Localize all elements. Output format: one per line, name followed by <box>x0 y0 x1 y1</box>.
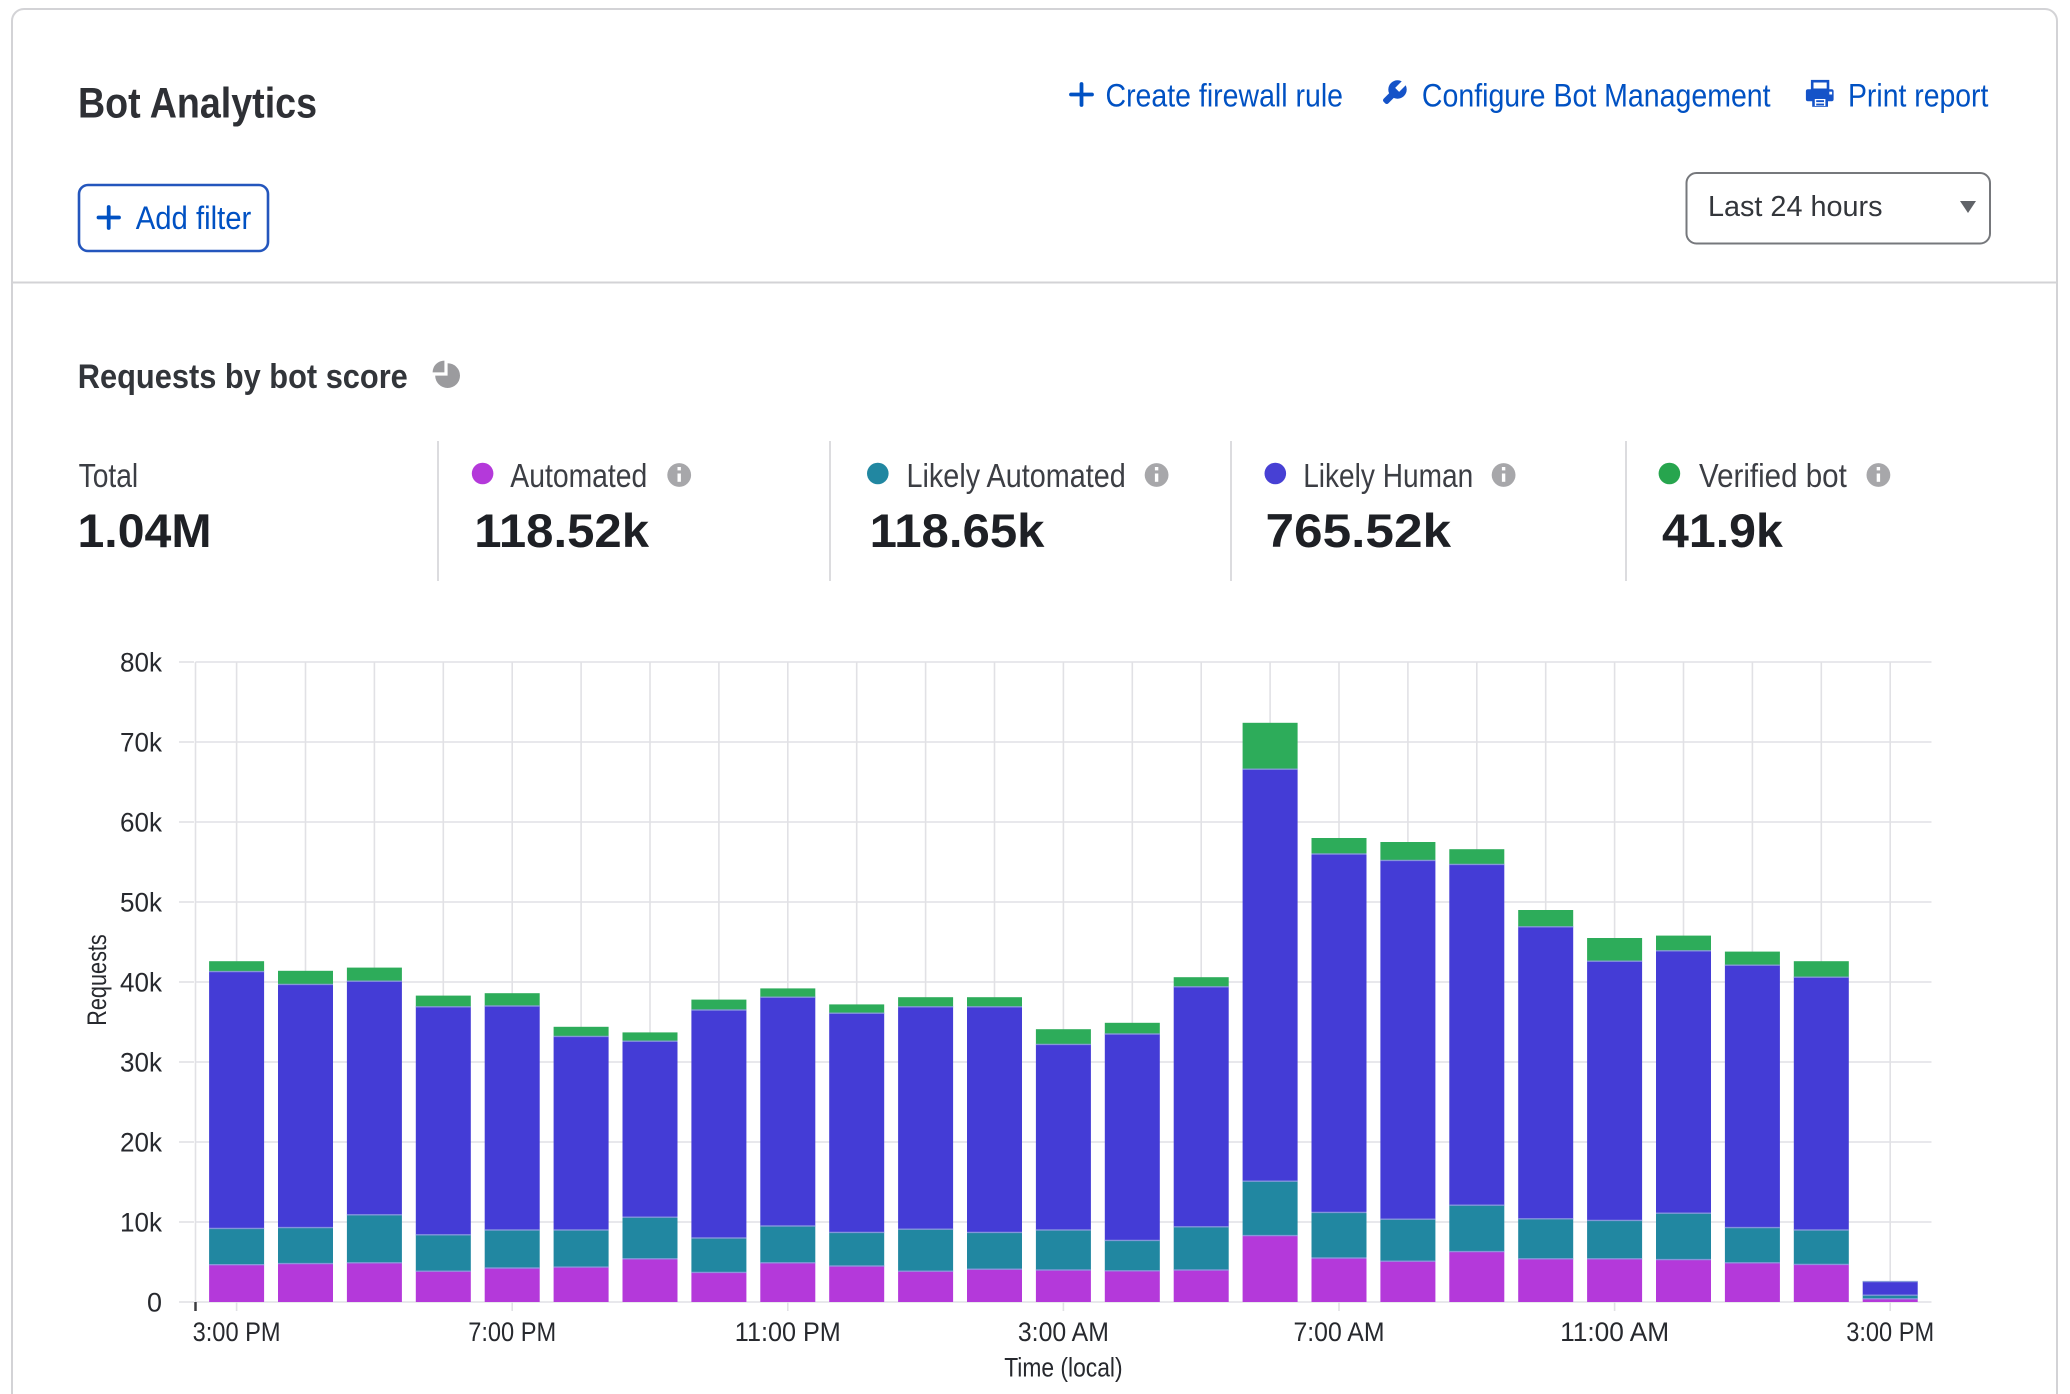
svg-text:10k: 10k <box>120 1208 162 1238</box>
svg-text:30k: 30k <box>120 1048 162 1078</box>
svg-text:60k: 60k <box>120 808 162 838</box>
svg-text:765.52k: 765.52k <box>1266 505 1452 558</box>
svg-text:Likely Automated: Likely Automated <box>907 457 1126 494</box>
svg-text:Configure Bot Management: Configure Bot Management <box>1422 78 1771 114</box>
svg-text:80k: 80k <box>120 648 162 678</box>
svg-text:Likely Human: Likely Human <box>1303 457 1473 494</box>
svg-text:Requests by bot score: Requests by bot score <box>78 358 408 396</box>
svg-text:50k: 50k <box>120 888 162 918</box>
svg-text:70k: 70k <box>120 728 162 758</box>
svg-text:118.65k: 118.65k <box>870 505 1045 558</box>
svg-text:11:00 AM: 11:00 AM <box>1560 1317 1669 1347</box>
svg-text:1.04M: 1.04M <box>78 505 212 558</box>
svg-text:11:00 PM: 11:00 PM <box>735 1317 841 1347</box>
svg-text:7:00 PM: 7:00 PM <box>468 1317 556 1347</box>
svg-text:3:00 PM: 3:00 PM <box>193 1317 281 1347</box>
svg-text:Automated: Automated <box>510 457 647 494</box>
svg-text:20k: 20k <box>120 1128 162 1158</box>
svg-text:40k: 40k <box>120 968 162 998</box>
svg-text:Verified bot: Verified bot <box>1699 457 1847 494</box>
svg-text:3:00 AM: 3:00 AM <box>1018 1317 1109 1347</box>
svg-text:Total: Total <box>79 457 139 494</box>
svg-text:118.52k: 118.52k <box>474 505 649 558</box>
svg-text:3:00 PM: 3:00 PM <box>1846 1317 1934 1347</box>
svg-text:Last 24 hours: Last 24 hours <box>1708 191 1883 223</box>
svg-text:Add filter: Add filter <box>136 200 252 236</box>
svg-text:41.9k: 41.9k <box>1662 505 1783 558</box>
svg-text:7:00 AM: 7:00 AM <box>1294 1317 1385 1347</box>
svg-text:Print report: Print report <box>1848 78 1988 114</box>
svg-text:0: 0 <box>147 1288 162 1318</box>
svg-text:Create firewall rule: Create firewall rule <box>1106 78 1344 114</box>
svg-text:Bot Analytics: Bot Analytics <box>78 80 317 128</box>
svg-text:Time (local): Time (local) <box>1004 1353 1122 1383</box>
svg-text:Requests: Requests <box>82 934 112 1026</box>
